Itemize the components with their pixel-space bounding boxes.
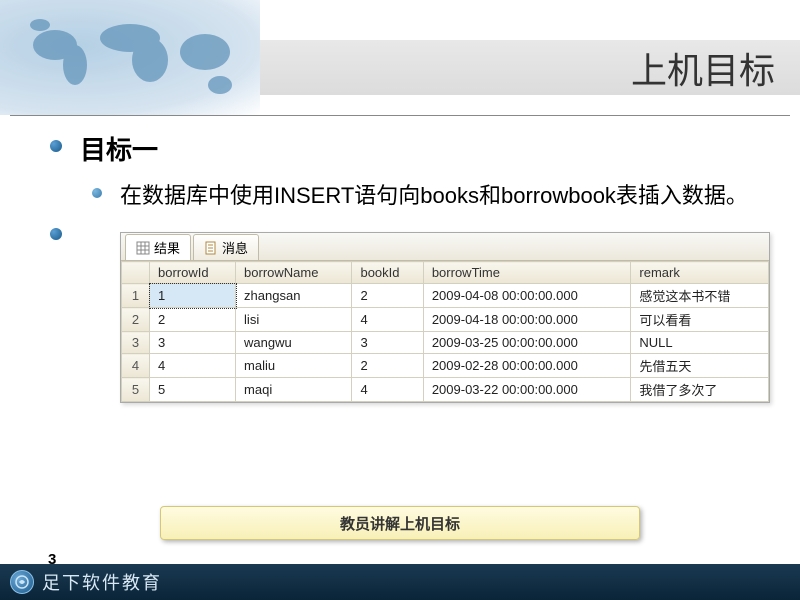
- cell-borrowId[interactable]: 2: [150, 308, 236, 332]
- cell-borrowName[interactable]: lisi: [236, 308, 352, 332]
- divider: [10, 115, 790, 116]
- results-grid[interactable]: borrowId borrowName bookId borrowTime re…: [121, 261, 769, 402]
- cell-borrowTime[interactable]: 2009-04-18 00:00:00.000: [423, 308, 631, 332]
- cell-borrowId[interactable]: 3: [150, 332, 236, 354]
- col-header[interactable]: borrowId: [150, 262, 236, 284]
- footer-bar: 足下软件教育: [0, 564, 800, 600]
- cell-borrowTime[interactable]: 2009-02-28 00:00:00.000: [423, 354, 631, 378]
- cell-borrowName[interactable]: wangwu: [236, 332, 352, 354]
- heading-primary: 目标一: [80, 130, 158, 167]
- table-row[interactable]: 33wangwu32009-03-25 00:00:00.000NULL: [122, 332, 769, 354]
- table-row[interactable]: 55maqi42009-03-22 00:00:00.000我借了多次了: [122, 378, 769, 402]
- world-map-decoration: [0, 0, 260, 115]
- caption-box: 教员讲解上机目标: [160, 506, 640, 540]
- header-row: borrowId borrowName bookId borrowTime re…: [122, 262, 769, 284]
- cell-remark[interactable]: NULL: [631, 332, 769, 354]
- tab-messages[interactable]: 消息: [193, 234, 259, 260]
- heading-secondary: 在数据库中使用INSERT语句向books和borrowbook表插入数据。: [120, 179, 748, 212]
- slide-title-bar: 上机目标: [260, 40, 800, 95]
- table-row[interactable]: 44maliu22009-02-28 00:00:00.000先借五天: [122, 354, 769, 378]
- cell-borrowTime[interactable]: 2009-03-25 00:00:00.000: [423, 332, 631, 354]
- brand-logo-icon: [10, 570, 34, 594]
- cell-borrowTime[interactable]: 2009-03-22 00:00:00.000: [423, 378, 631, 402]
- cell-bookId[interactable]: 2: [352, 354, 423, 378]
- cell-bookId[interactable]: 3: [352, 332, 423, 354]
- cell-remark[interactable]: 可以看看: [631, 308, 769, 332]
- grid-icon: [136, 241, 150, 255]
- cell-bookId[interactable]: 4: [352, 308, 423, 332]
- cell-remark[interactable]: 感觉这本书不错: [631, 284, 769, 308]
- col-header[interactable]: remark: [631, 262, 769, 284]
- caption-text: 教员讲解上机目标: [340, 513, 460, 534]
- cell-borrowName[interactable]: maqi: [236, 378, 352, 402]
- tab-label: 结果: [154, 238, 180, 257]
- col-header[interactable]: bookId: [352, 262, 423, 284]
- cell-bookId[interactable]: 4: [352, 378, 423, 402]
- bullet-icon: [50, 228, 62, 240]
- row-number: 1: [122, 284, 150, 308]
- row-number: 3: [122, 332, 150, 354]
- cell-borrowName[interactable]: zhangsan: [236, 284, 352, 308]
- tab-results[interactable]: 结果: [125, 234, 191, 260]
- cell-remark[interactable]: 我借了多次了: [631, 378, 769, 402]
- bullet-icon: [92, 188, 102, 198]
- document-icon: [204, 241, 218, 255]
- row-number: 2: [122, 308, 150, 332]
- result-tabs: 结果 消息: [121, 233, 769, 261]
- footer-brand: 足下软件教育: [42, 569, 162, 595]
- col-header[interactable]: borrowTime: [423, 262, 631, 284]
- col-header[interactable]: borrowName: [236, 262, 352, 284]
- corner-cell: [122, 262, 150, 284]
- row-number: 4: [122, 354, 150, 378]
- cell-bookId[interactable]: 2: [352, 284, 423, 308]
- cell-remark[interactable]: 先借五天: [631, 354, 769, 378]
- cell-borrowId[interactable]: 1: [150, 284, 236, 308]
- bullet-icon: [50, 140, 62, 152]
- tab-label: 消息: [222, 238, 248, 257]
- table-row[interactable]: 11zhangsan22009-04-08 00:00:00.000感觉这本书不…: [122, 284, 769, 308]
- row-number: 5: [122, 378, 150, 402]
- cell-borrowId[interactable]: 4: [150, 354, 236, 378]
- cell-borrowTime[interactable]: 2009-04-08 00:00:00.000: [423, 284, 631, 308]
- table-row[interactable]: 22lisi42009-04-18 00:00:00.000可以看看: [122, 308, 769, 332]
- results-panel: 结果 消息 borrowId borrowName bookId borrowT…: [120, 232, 770, 403]
- cell-borrowId[interactable]: 5: [150, 378, 236, 402]
- slide-title: 上机目标: [631, 42, 775, 94]
- cell-borrowName[interactable]: maliu: [236, 354, 352, 378]
